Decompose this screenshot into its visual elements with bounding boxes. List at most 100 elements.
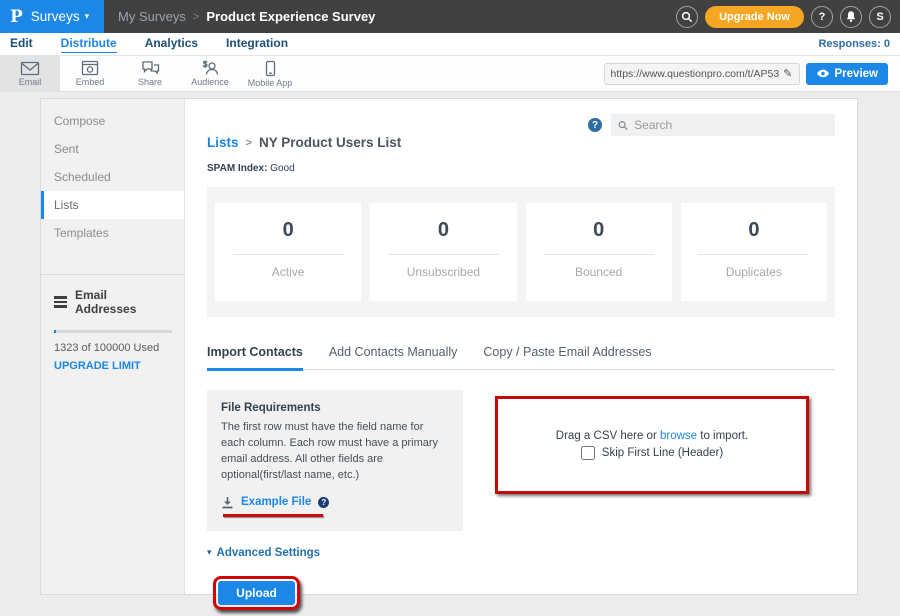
dropzone-text-after: to import. — [697, 430, 748, 442]
csv-dropzone[interactable]: Drag a CSV here or browse to import. Ski… — [495, 396, 809, 494]
breadcrumb-my-surveys[interactable]: My Surveys — [118, 9, 186, 24]
survey-nav: Edit Distribute Analytics Integration Re… — [0, 33, 900, 55]
list-stats-panel: 0 Active 0 Unsubscribed 0 Bounced 0 — [207, 187, 835, 317]
file-requirements-title: File Requirements — [221, 402, 449, 414]
channel-label: Share — [138, 77, 162, 87]
stat-card-bounced: 0 Bounced — [526, 203, 672, 301]
example-file-row[interactable]: Example File ? — [221, 496, 449, 509]
search-button[interactable] — [676, 6, 698, 28]
tab-distribute[interactable]: Distribute — [61, 36, 117, 53]
top-header-bar: P Surveys ▾ My Surveys > Product Experie… — [0, 0, 900, 33]
tab-analytics[interactable]: Analytics — [145, 36, 198, 52]
sidebar-item-compose[interactable]: Compose — [41, 107, 184, 135]
stat-value: 0 — [526, 219, 672, 242]
sidebar-item-sent[interactable]: Sent — [41, 135, 184, 163]
list-name: NY Product Users List — [259, 135, 401, 150]
stat-value: 0 — [681, 219, 827, 242]
help-button[interactable]: ? — [811, 6, 833, 28]
email-usage-progressbar — [54, 330, 172, 333]
email-icon — [20, 61, 40, 76]
help-icon[interactable]: ? — [588, 118, 602, 132]
mobile-app-icon — [265, 60, 276, 77]
tab-import-contacts[interactable]: Import Contacts — [207, 345, 303, 371]
channel-share[interactable]: Share — [120, 56, 180, 91]
search-input[interactable] — [634, 118, 828, 132]
upgrade-now-button[interactable]: Upgrade Now — [705, 6, 804, 28]
eye-icon — [816, 69, 830, 78]
lists-link[interactable]: Lists — [207, 135, 239, 150]
browse-link[interactable]: browse — [660, 430, 697, 442]
channel-label: Mobile App — [248, 78, 293, 88]
spam-index: SPAM Index: Good — [207, 163, 835, 174]
channel-mobile-app[interactable]: Mobile App — [240, 56, 300, 91]
channel-email[interactable]: Email — [0, 56, 60, 91]
search-box[interactable] — [611, 114, 835, 136]
channel-label: Embed — [76, 77, 105, 87]
chevron-down-icon: ▾ — [85, 11, 90, 22]
audience-icon: $ — [200, 60, 220, 76]
spam-index-label: SPAM Index: — [207, 163, 267, 174]
svg-text:$: $ — [203, 60, 208, 69]
preview-label: Preview — [835, 68, 878, 80]
embed-icon — [81, 60, 99, 76]
stat-value: 0 — [370, 219, 516, 242]
breadcrumb-survey-title: Product Experience Survey — [206, 9, 375, 24]
channel-audience[interactable]: $ Audience — [180, 56, 240, 91]
dropzone-wrap: Drag a CSV here or browse to import. Ski… — [495, 396, 809, 531]
questionpro-logo-icon: P — [10, 7, 23, 27]
dropzone-text-before: Drag a CSV here or — [556, 430, 660, 442]
skip-first-line-checkbox[interactable] — [581, 446, 595, 460]
sidebar-item-lists[interactable]: Lists — [41, 191, 184, 219]
breadcrumb: My Surveys > Product Experience Survey — [118, 9, 375, 24]
stat-divider — [388, 254, 499, 255]
channel-embed[interactable]: Embed — [60, 56, 120, 91]
file-requirements-body: The first row must have the field name f… — [221, 420, 449, 484]
channel-label: Email — [19, 77, 42, 87]
edit-url-icon[interactable]: ✎ — [783, 67, 792, 80]
stat-label: Bounced — [526, 265, 672, 279]
stat-divider — [698, 254, 809, 255]
account-avatar[interactable]: S — [869, 6, 891, 28]
example-file-link[interactable]: Example File — [241, 496, 311, 508]
upload-button[interactable]: Upload — [218, 581, 295, 605]
search-icon — [681, 11, 693, 23]
tab-edit[interactable]: Edit — [10, 36, 33, 52]
breadcrumb-separator: > — [193, 11, 199, 23]
import-contacts-section: File Requirements The first row must hav… — [207, 390, 835, 531]
stat-label: Active — [215, 265, 361, 279]
upgrade-limit-link[interactable]: UPGRADE LIMIT — [54, 360, 171, 372]
email-addresses-title: Email Addresses — [75, 288, 171, 316]
search-icon — [618, 120, 628, 131]
stat-label: Unsubscribed — [370, 265, 516, 279]
download-icon — [221, 496, 234, 509]
tab-integration[interactable]: Integration — [226, 36, 288, 52]
stat-value: 0 — [215, 219, 361, 242]
channel-label: Audience — [191, 77, 229, 87]
bell-icon — [845, 10, 857, 23]
preview-button[interactable]: Preview — [806, 63, 888, 85]
sidebar-item-scheduled[interactable]: Scheduled — [41, 163, 184, 191]
notifications-button[interactable] — [840, 6, 862, 28]
search-row: ? — [588, 114, 835, 136]
tab-copy-paste-email-addresses[interactable]: Copy / Paste Email Addresses — [483, 345, 651, 369]
example-file-help-icon[interactable]: ? — [318, 497, 329, 508]
survey-url-field[interactable]: https://www.questionpro.com/t/AP53kZgfo … — [604, 63, 800, 85]
spam-index-value: Good — [267, 163, 294, 174]
stat-card-active: 0 Active — [215, 203, 361, 301]
breadcrumb-separator: > — [246, 137, 252, 149]
surveys-product-menu[interactable]: P Surveys ▾ — [0, 0, 104, 33]
email-sidebar: Compose Sent Scheduled Lists Templates E… — [41, 99, 185, 594]
advanced-settings-label: Advanced Settings — [217, 547, 321, 559]
skip-first-line-row: Skip First Line (Header) — [581, 446, 723, 460]
skip-first-line-label: Skip First Line (Header) — [602, 447, 723, 459]
responses-count[interactable]: Responses: 0 — [818, 38, 890, 50]
annotation-example-file-underline — [223, 514, 323, 517]
tab-add-contacts-manually[interactable]: Add Contacts Manually — [329, 345, 458, 369]
share-icon — [141, 60, 160, 76]
sidebar-item-templates[interactable]: Templates — [41, 219, 184, 247]
file-requirements-box: File Requirements The first row must hav… — [207, 390, 463, 531]
advanced-settings-toggle[interactable]: ▾ Advanced Settings — [207, 547, 835, 559]
channel-bar-right: https://www.questionpro.com/t/AP53kZgfo … — [604, 56, 900, 91]
distribute-channel-bar: Email Embed Share $ Audience Mobile App … — [0, 55, 900, 92]
stat-divider — [233, 254, 344, 255]
